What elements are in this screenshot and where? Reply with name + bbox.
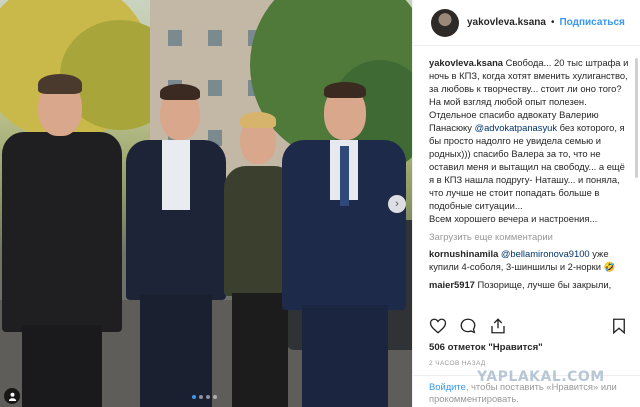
comment-item: kornushinamila @bellamironova9100 уже ку… bbox=[429, 247, 629, 273]
post-header: yakovleva.ksana • Подписаться bbox=[413, 0, 640, 46]
watermark: YAPLAKAL.COM bbox=[477, 369, 605, 385]
likes-count[interactable]: 506 отметок "Нравится" bbox=[429, 342, 543, 353]
caption-text: без которого, я бы просто надолго не уви… bbox=[429, 122, 625, 211]
carousel-dot[interactable] bbox=[192, 395, 196, 399]
person-tag-icon[interactable] bbox=[4, 388, 20, 404]
comment-icon[interactable] bbox=[459, 317, 477, 335]
caption: yakovleva.ksana Свобода... 20 тыс штрафа… bbox=[429, 56, 629, 225]
person-1 bbox=[0, 70, 130, 407]
comments-list[interactable]: yakovleva.ksana Свобода... 20 тыс штрафа… bbox=[413, 46, 640, 308]
caption-text: Всем хорошего вечера и настроения... bbox=[429, 213, 598, 224]
comments-scrollbar[interactable] bbox=[635, 58, 638, 178]
separator-dot: • bbox=[550, 17, 555, 28]
person-2 bbox=[122, 80, 232, 407]
bookmark-icon[interactable] bbox=[610, 317, 628, 335]
carousel-dot[interactable] bbox=[206, 395, 210, 399]
post-photo[interactable]: › bbox=[0, 0, 412, 407]
post-timestamp: 2 ЧАСОВ НАЗАД bbox=[429, 360, 486, 367]
carousel-dot[interactable] bbox=[199, 395, 203, 399]
share-icon[interactable] bbox=[489, 317, 507, 335]
caption-mention[interactable]: @advokatpanasyuk bbox=[475, 122, 558, 133]
login-link[interactable]: Войдите bbox=[429, 381, 466, 392]
heart-icon[interactable] bbox=[429, 317, 447, 335]
username-link[interactable]: yakovleva.ksana bbox=[467, 17, 546, 28]
comment-mention[interactable]: @bellamironova9100 bbox=[501, 248, 590, 259]
follow-button[interactable]: Подписаться bbox=[559, 17, 624, 28]
comment-author[interactable]: kornushinamila bbox=[429, 248, 498, 259]
post-panel: yakovleva.ksana • Подписаться yakovleva.… bbox=[412, 0, 640, 407]
comment-text: Позорище, лучше бы закрыли, bbox=[474, 279, 612, 290]
action-bar bbox=[429, 315, 628, 337]
carousel-indicator bbox=[192, 395, 217, 399]
comment-item: maier5917 Позорище, лучше бы закрыли, bbox=[429, 278, 629, 291]
carousel-dot[interactable] bbox=[213, 395, 217, 399]
chevron-right-icon[interactable]: › bbox=[388, 195, 406, 213]
avatar[interactable] bbox=[431, 8, 459, 37]
load-more-comments-button[interactable]: Загрузить еще комментарии bbox=[429, 231, 629, 242]
person-4 bbox=[278, 80, 412, 407]
comment-author[interactable]: maier5917 bbox=[429, 279, 475, 290]
caption-author[interactable]: yakovleva.ksana bbox=[429, 57, 503, 68]
